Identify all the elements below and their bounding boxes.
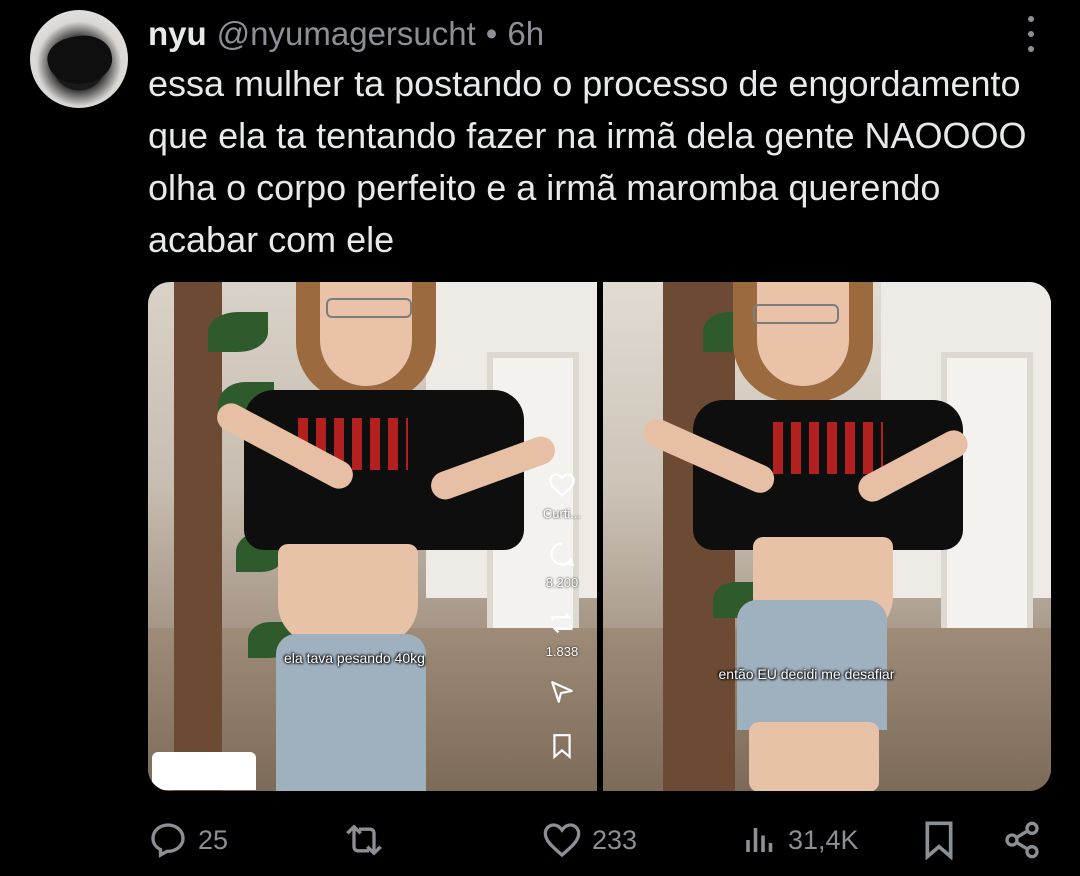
share-button[interactable] [1002,812,1042,868]
bookmark-icon[interactable] [547,731,577,761]
person-shorts [736,600,887,730]
video-side-actions: Curti... 8.200 1.838 [536,470,588,761]
views-count: 31,4K [788,824,859,855]
shirt-print [772,422,883,474]
like-label: Curti... [542,506,582,521]
username-overlay [152,752,256,790]
person-legs [748,722,879,791]
mirror-frame [174,282,222,791]
send-icon[interactable] [547,677,577,707]
video-caption-right: então EU decidi me desafiar [718,666,895,682]
like-button[interactable]: 233 [542,812,637,868]
reply-icon [151,823,185,858]
author-handle[interactable]: @nyumagersucht [217,15,476,53]
reply-count: 25 [198,824,229,855]
separator: • [485,15,498,52]
comment-count: 8.200 [545,575,579,590]
plant-leaf [208,312,268,352]
heart-icon[interactable] [547,470,577,500]
heart-icon [543,823,581,858]
views-button[interactable]: 31,4K [742,812,859,868]
person-glasses [752,304,839,324]
more-options-icon[interactable] [1016,16,1046,52]
timestamp[interactable]: 6h [507,15,544,53]
tweet-actions: 25 233 31,4K [148,812,1048,868]
repost-button[interactable] [342,812,396,868]
media-grid[interactable]: ela tava pesando 40kg Curti... 8.200 1.8… [148,282,1051,791]
bookmark-button[interactable] [922,812,956,868]
share-icon [1005,821,1039,859]
reply-button[interactable]: 25 [148,812,228,868]
author-name[interactable]: nyu [148,15,207,53]
person-face [756,282,849,386]
comment-icon[interactable] [547,539,577,569]
repost-icon[interactable] [547,608,577,638]
tweet-text: essa mulher ta postando o processo de en… [148,63,1027,260]
video-caption-left: ela tava pesando 40kg [284,650,425,666]
media-image-right[interactable]: então EU decidi me desafiar [602,282,1051,791]
repost-count: 1.838 [545,644,579,659]
avatar-image [43,29,117,91]
avatar[interactable] [30,10,128,108]
tweet: nyu @nyumagersucht • 6h essa mulher ta p… [0,0,1080,876]
repost-icon [346,825,382,855]
like-count: 233 [592,824,638,855]
person-torso [278,544,418,644]
media-image-left[interactable]: ela tava pesando 40kg Curti... 8.200 1.8… [148,282,597,791]
views-icon [746,828,773,852]
tweet-header: nyu @nyumagersucht • 6h [148,10,544,58]
person-glasses [326,298,412,318]
bookmark-icon [925,821,953,860]
